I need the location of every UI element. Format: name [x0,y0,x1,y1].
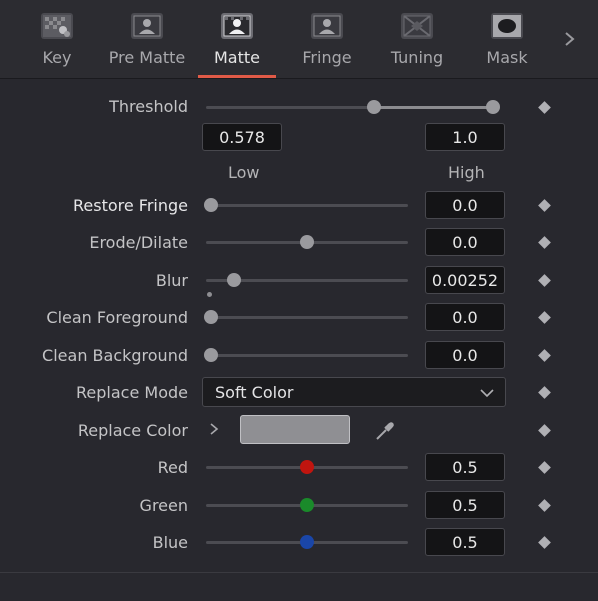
clean-background-slider[interactable] [206,354,408,357]
tab-key[interactable]: Key [12,0,102,78]
replace-mode-dropdown[interactable]: Soft Color [202,377,506,407]
threshold-label: Threshold [109,97,188,116]
replace-color-label: Replace Color [77,421,188,440]
erode-dilate-label: Erode/Dilate [89,233,188,252]
tab-label: Matte [214,48,260,67]
matte-icon [221,13,253,39]
clean-background-field[interactable]: 0.0 [425,341,505,369]
clean-background-handle[interactable] [204,348,218,362]
threshold-high-field[interactable]: 1.0 [425,123,505,151]
blue-handle[interactable] [300,535,314,549]
high-label: High [448,163,485,182]
clean-foreground-slider[interactable] [206,316,408,319]
blue-field[interactable]: 0.5 [425,528,505,556]
default-marker [207,292,212,297]
threshold-low-field[interactable]: 0.578 [202,123,282,151]
tab-pre-matte[interactable]: Pre Matte [102,0,192,78]
green-field[interactable]: 0.5 [425,491,505,519]
eyedropper-icon[interactable] [373,419,397,447]
green-handle[interactable] [300,498,314,512]
blur-label: Blur [155,271,188,290]
active-tab-indicator [198,75,276,78]
clean-foreground-handle[interactable] [204,310,218,324]
threshold-high-handle[interactable] [486,100,500,114]
erode-dilate-handle[interactable] [300,235,314,249]
panel-footer [0,572,598,601]
tab-matte[interactable]: Matte [192,0,282,78]
red-field[interactable]: 0.5 [425,453,505,481]
low-label: Low [228,163,260,182]
restore-fringe-label: Restore Fringe [73,196,188,215]
tab-label: Tuning [390,48,444,67]
replace-mode-label: Replace Mode [76,383,188,402]
tab-label: Key [42,48,72,67]
pre-matte-icon [131,13,163,39]
clean-foreground-label: Clean Foreground [46,308,188,327]
expand-chevron-icon[interactable] [208,420,220,442]
clean-background-label: Clean Background [42,346,188,365]
clean-foreground-field[interactable]: 0.0 [425,303,505,331]
tab-fringe[interactable]: Fringe [282,0,372,78]
restore-fringe-field[interactable]: 0.0 [425,191,505,219]
chevron-right-icon[interactable] [558,28,580,50]
tab-label: Mask [486,48,528,67]
tab-label: Pre Matte [108,48,186,67]
mask-icon [491,13,523,39]
red-handle[interactable] [300,460,314,474]
restore-fringe-slider[interactable] [206,204,408,207]
erode-dilate-field[interactable]: 0.0 [425,228,505,256]
tuning-icon [401,13,433,39]
tab-mask[interactable]: Mask [462,0,552,78]
replace-color-swatch[interactable] [240,415,350,444]
threshold-range-slider[interactable] [206,106,500,109]
blue-label: Blue [152,533,188,552]
tab-tuning[interactable]: Tuning [372,0,462,78]
blur-field[interactable]: 0.00252 [425,266,505,294]
replace-mode-value: Soft Color [215,383,294,402]
red-label: Red [157,458,188,477]
blur-handle[interactable] [227,273,242,287]
tab-label: Fringe [302,48,352,67]
green-label: Green [139,496,188,515]
fringe-icon [311,13,343,39]
tab-bar: Key Pre Matte Matte Fringe Tuning Mask [0,0,598,79]
key-icon [41,13,73,39]
chevron-down-icon [479,382,495,406]
threshold-low-handle[interactable] [366,100,381,114]
restore-fringe-handle[interactable] [204,198,218,212]
